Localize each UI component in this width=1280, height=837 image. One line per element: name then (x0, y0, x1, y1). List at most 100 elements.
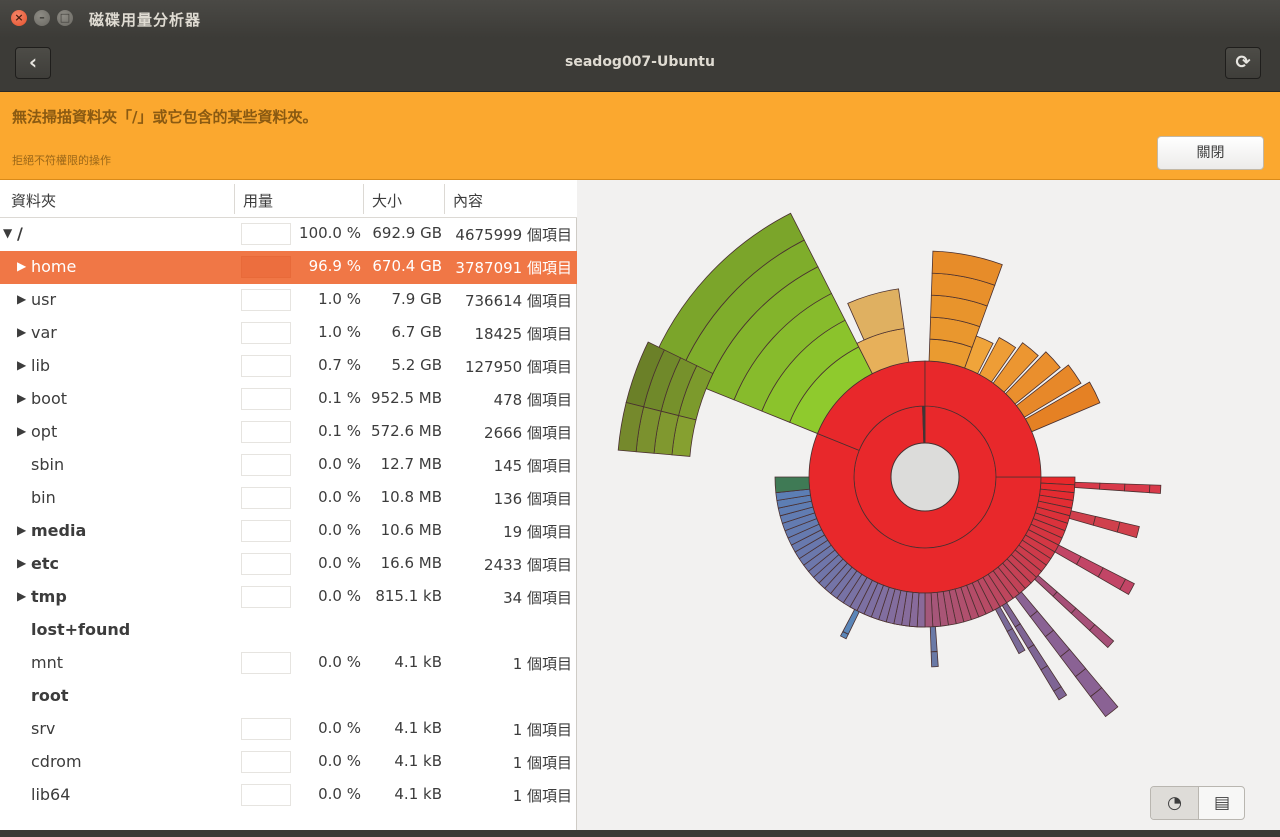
folder-contents: 19 個項目 (503, 523, 572, 541)
folder-size: 4.1 kB (394, 653, 442, 671)
table-row[interactable]: root (0, 680, 577, 713)
usage-percent: 0.7 % (318, 356, 361, 374)
ring-segment[interactable] (930, 651, 939, 668)
expander-icon[interactable]: ▶ (17, 259, 26, 273)
usage-bar (241, 652, 291, 674)
disk-usage-window: × – □ 磁碟用量分析器 ‹ seadog007-Ubuntu ⟳ 無法掃描資… (0, 0, 1280, 830)
table-row[interactable]: ▶ tmp 0.0 % 815.1 kB 34 個項目 (0, 581, 577, 614)
table-row[interactable]: cdrom 0.0 % 4.1 kB 1 個項目 (0, 746, 577, 779)
folder-contents: 18425 個項目 (474, 325, 573, 343)
folder-size: 7.9 GB (391, 290, 442, 308)
folder-contents: 1 個項目 (512, 787, 572, 805)
title-bar: × – □ 磁碟用量分析器 (0, 0, 1280, 38)
infobar-close-button[interactable]: 關閉 (1157, 136, 1264, 170)
ring-segment[interactable] (1092, 515, 1121, 533)
table-row[interactable]: lost+found (0, 614, 577, 647)
folder-name: sbin (31, 455, 65, 474)
folder-size: 10.6 MB (380, 521, 442, 539)
table-row[interactable]: ▶ lib 0.7 % 5.2 GB 127950 個項目 (0, 350, 577, 383)
folder-contents: 1 個項目 (512, 721, 572, 739)
folder-contents: 3787091 個項目 (455, 259, 572, 277)
ring-segment[interactable] (1052, 591, 1077, 614)
folder-name: boot (31, 389, 68, 408)
window-maximize-button[interactable]: □ (57, 10, 73, 26)
folder-name: mnt (31, 653, 63, 672)
infobar-message: 無法掃描資料夾「/」或它包含的某些資料夾。 (12, 108, 318, 126)
window-close-button[interactable]: × (11, 10, 27, 26)
folder-contents: 34 個項目 (503, 589, 572, 607)
ring-segment[interactable] (1027, 644, 1049, 671)
window-minimize-button[interactable]: – (34, 10, 50, 26)
table-row[interactable]: srv 0.0 % 4.1 kB 1 個項目 (0, 713, 577, 746)
table-row[interactable]: ▶ var 1.0 % 6.7 GB 18425 個項目 (0, 317, 577, 350)
table-row[interactable]: ▶ opt 0.1 % 572.6 MB 2666 個項目 (0, 416, 577, 449)
ring-segment[interactable] (1070, 607, 1096, 632)
ring-segment[interactable] (1099, 482, 1126, 492)
folder-contents: 1 個項目 (512, 655, 572, 673)
usage-bar (241, 256, 291, 278)
table-row[interactable]: mnt 0.0 % 4.1 kB 1 個項目 (0, 647, 577, 680)
expander-icon[interactable]: ▶ (17, 523, 26, 537)
usage-percent: 100.0 % (299, 224, 361, 242)
table-row[interactable]: ▶ etc 0.0 % 16.6 MB 2433 個項目 (0, 548, 577, 581)
expander-icon[interactable]: ▼ (3, 226, 12, 240)
expander-icon[interactable]: ▶ (17, 424, 26, 438)
column-usage[interactable]: 用量 (243, 190, 273, 211)
error-infobar: 無法掃描資料夾「/」或它包含的某些資料夾。 拒絕不符權限的操作 關閉 (0, 92, 1280, 180)
expander-icon[interactable]: ▶ (17, 325, 26, 339)
column-contents[interactable]: 內容 (453, 190, 483, 211)
table-row[interactable]: lib64 0.0 % 4.1 kB 1 個項目 (0, 779, 577, 812)
usage-percent: 0.0 % (318, 653, 361, 671)
ring-segment[interactable] (1014, 591, 1039, 618)
column-folder[interactable]: 資料夾 (11, 190, 56, 211)
table-row[interactable]: ▶ home 96.9 % 670.4 GB 3787091 個項目 (0, 251, 577, 284)
ring-segment[interactable] (1116, 521, 1140, 539)
usage-bar (241, 421, 291, 443)
column-size[interactable]: 大小 (372, 190, 402, 211)
expander-icon[interactable]: ▶ (17, 358, 26, 372)
folder-name: cdrom (31, 752, 82, 771)
ring-segment[interactable] (924, 592, 934, 628)
ring-segment[interactable] (1076, 555, 1104, 578)
ring-chart[interactable] (578, 180, 1280, 830)
ring-segment[interactable] (1149, 484, 1162, 494)
ring-center[interactable] (890, 442, 960, 512)
usage-bar (241, 322, 291, 344)
usage-bar (241, 223, 291, 245)
table-row[interactable]: bin 0.0 % 10.8 MB 136 個項目 (0, 482, 577, 515)
usage-percent: 0.0 % (318, 488, 361, 506)
folder-name: home (31, 257, 77, 276)
table-row[interactable]: ▶ usr 1.0 % 7.9 GB 736614 個項目 (0, 284, 577, 317)
usage-percent: 0.0 % (318, 785, 361, 803)
folder-contents: 145 個項目 (493, 457, 572, 475)
usage-percent: 0.1 % (318, 422, 361, 440)
ring-segment[interactable] (1124, 483, 1151, 494)
reload-button[interactable]: ⟳ (1225, 47, 1261, 79)
table-row[interactable]: ▼ / 100.0 % 692.9 GB 4675999 個項目 (0, 218, 577, 251)
ring-segment[interactable] (1068, 510, 1096, 526)
ring-segment[interactable] (1054, 544, 1082, 566)
ring-segment[interactable] (929, 626, 938, 653)
usage-percent: 0.0 % (318, 554, 361, 572)
expander-icon[interactable]: ▶ (17, 589, 26, 603)
ring-chart-view-button[interactable]: ◔ (1151, 787, 1198, 819)
usage-percent: 0.0 % (318, 719, 361, 737)
ring-segment[interactable] (1040, 665, 1062, 692)
table-row[interactable]: ▶ media 0.0 % 10.6 MB 19 個項目 (0, 515, 577, 548)
ring-segment[interactable] (842, 608, 860, 635)
ring-chart-area (578, 180, 1280, 830)
ring-segment[interactable] (1074, 481, 1101, 490)
table-row[interactable]: sbin 0.0 % 12.7 MB 145 個項目 (0, 449, 577, 482)
expander-icon[interactable]: ▶ (17, 391, 26, 405)
table-row[interactable]: ▶ boot 0.1 % 952.5 MB 478 個項目 (0, 383, 577, 416)
expander-icon[interactable]: ▶ (17, 556, 26, 570)
infobar-detail: 拒絕不符權限的操作 (12, 154, 111, 167)
expander-icon[interactable]: ▶ (17, 292, 26, 306)
ring-segment[interactable] (1088, 624, 1115, 649)
usage-bar (241, 553, 291, 575)
ring-segment[interactable] (1034, 574, 1058, 597)
treemap-view-button[interactable]: ▤ (1198, 787, 1244, 819)
usage-bar (241, 586, 291, 608)
usage-bar (241, 388, 291, 410)
usage-percent: 96.9 % (308, 257, 361, 275)
